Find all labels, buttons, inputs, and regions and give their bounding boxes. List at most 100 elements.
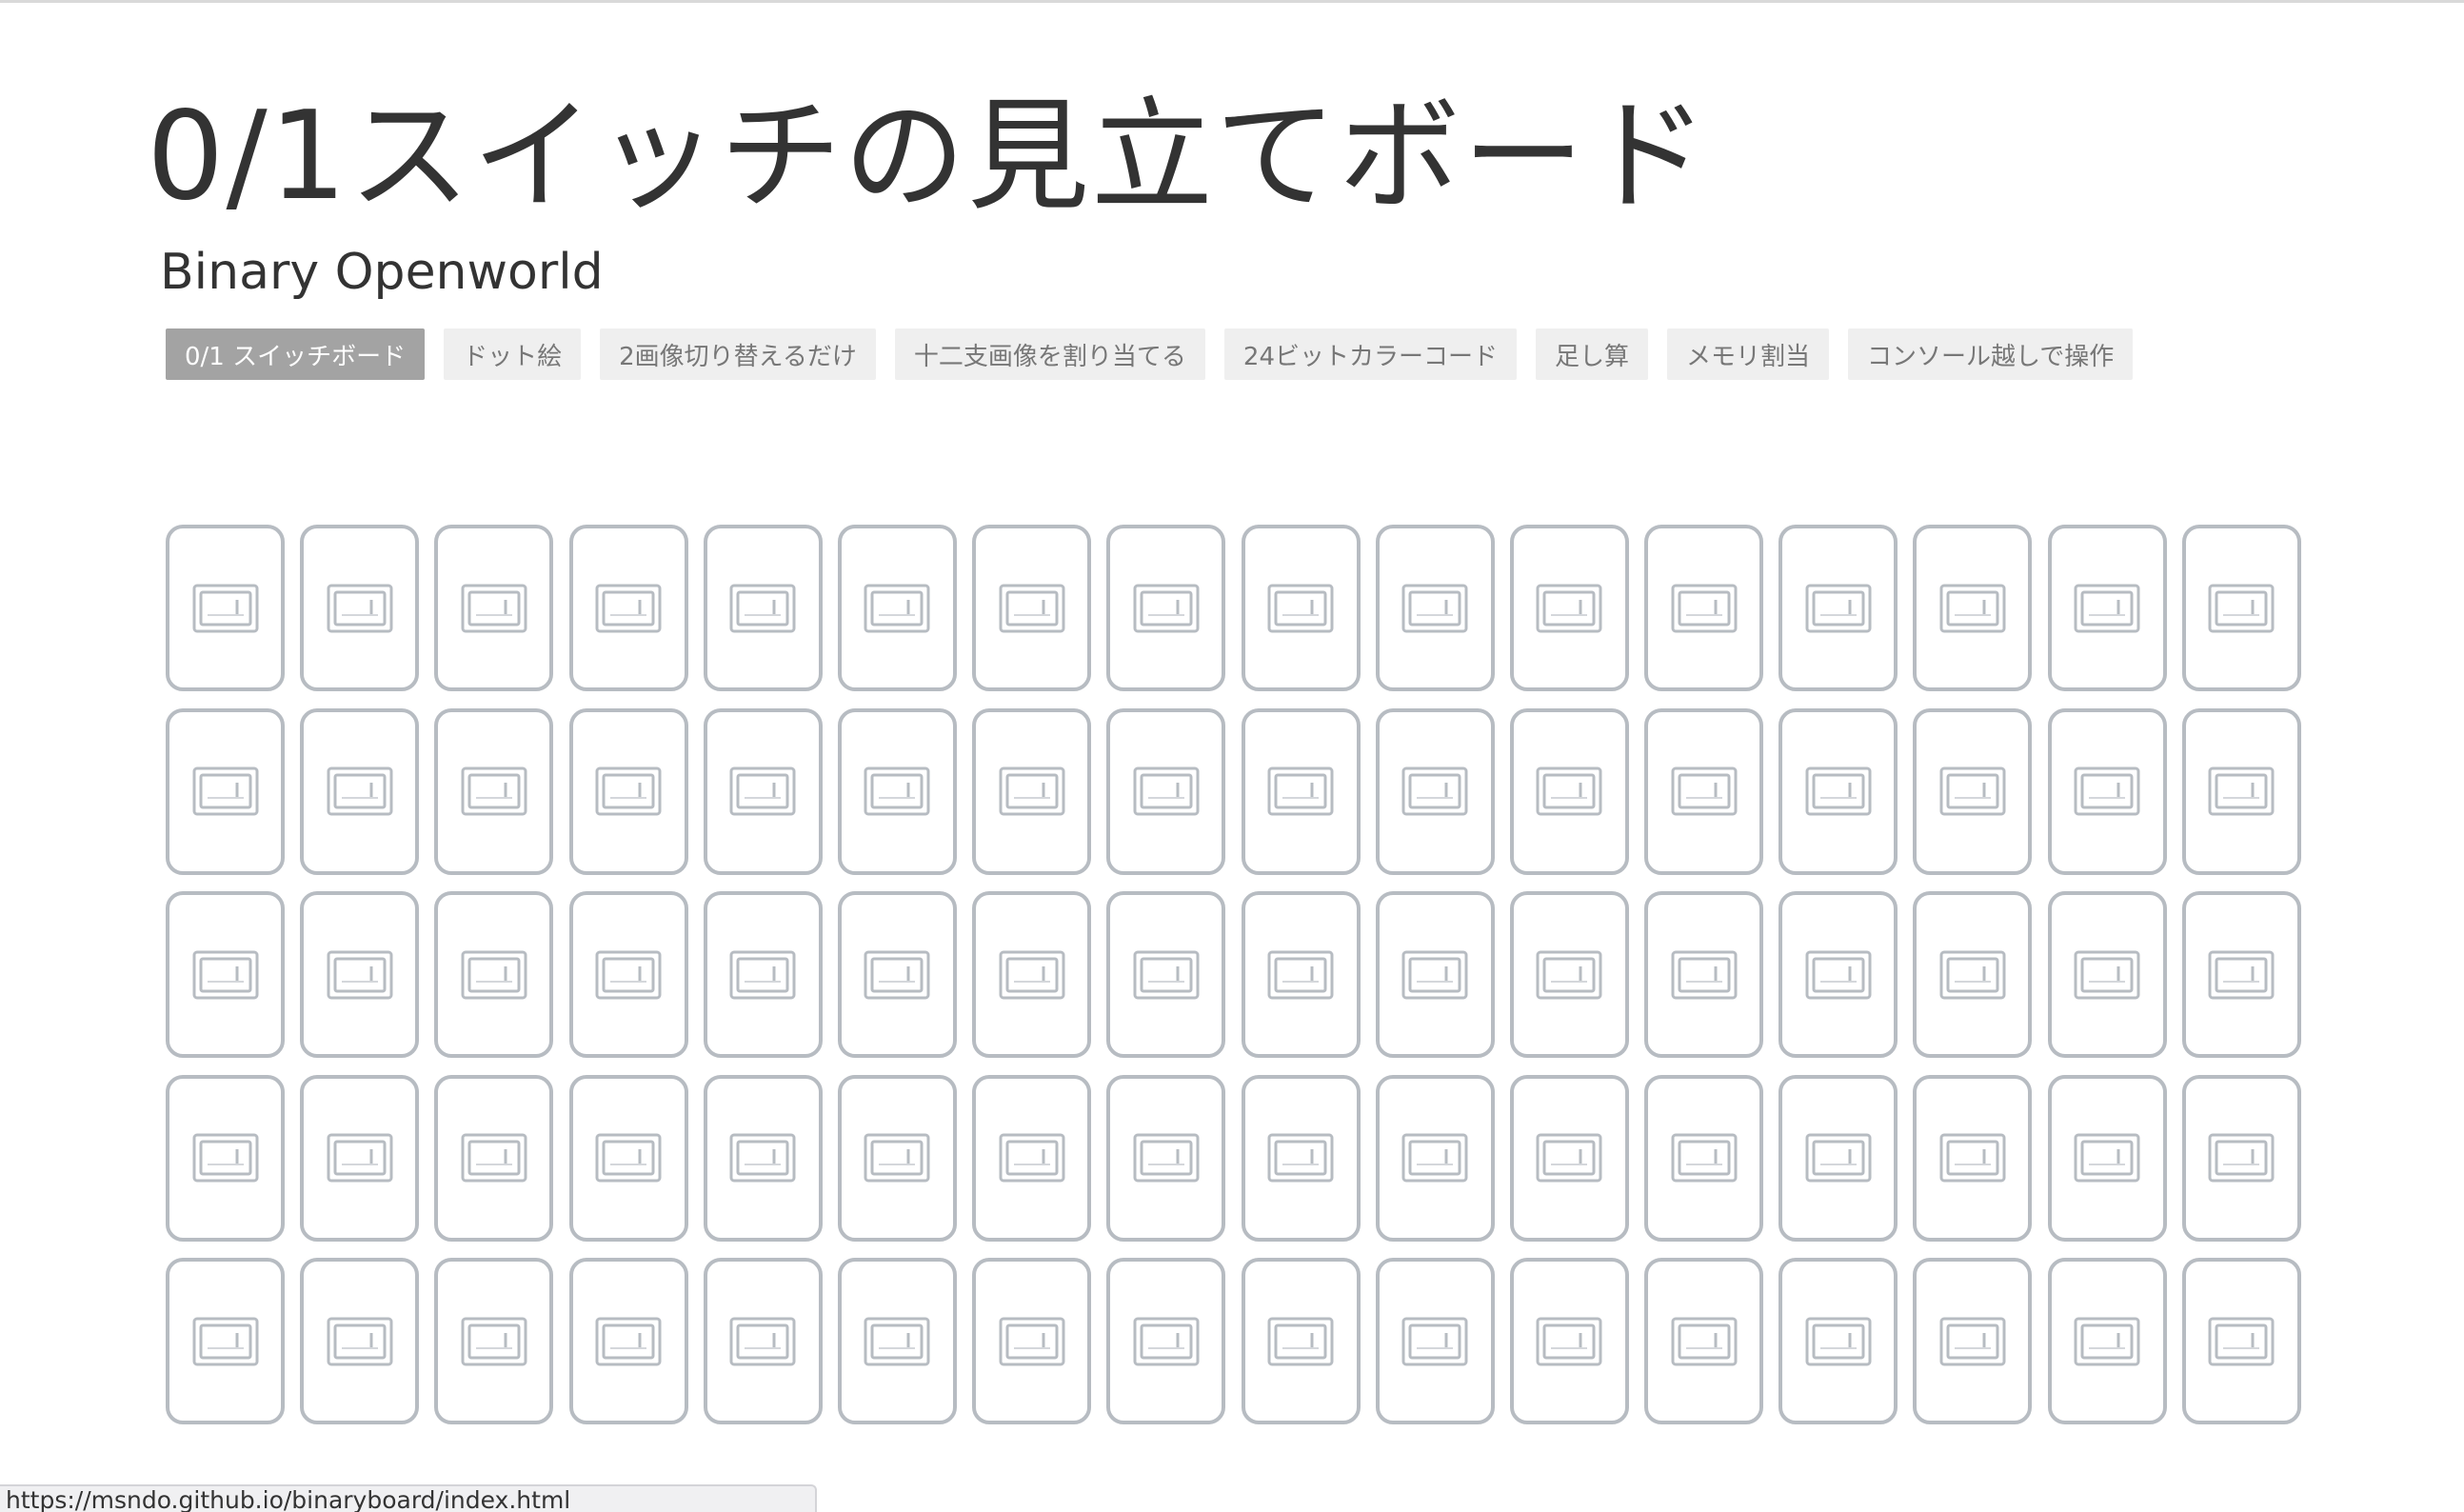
toggle-switch-icon xyxy=(1536,950,1602,1000)
switch-card[interactable] xyxy=(1509,525,1629,691)
tab-addition[interactable]: 足し算 xyxy=(1536,328,1649,380)
tab-console-control[interactable]: コンソール越しで操作 xyxy=(1848,328,2134,380)
switch-card[interactable] xyxy=(1106,1074,1226,1242)
tab-switch-board[interactable]: 0/1 スイッチボード xyxy=(166,328,426,380)
switch-card[interactable] xyxy=(434,707,554,875)
switch-card[interactable] xyxy=(1509,1258,1629,1424)
toggle-switch-icon xyxy=(1939,1317,2006,1366)
toggle-switch-icon xyxy=(1267,1317,1334,1366)
switch-card[interactable] xyxy=(1644,1258,1764,1424)
switch-card[interactable] xyxy=(1375,707,1495,875)
switch-card[interactable] xyxy=(2181,707,2301,875)
tab-24bit-color[interactable]: 24ビットカラーコード xyxy=(1223,328,1517,380)
switch-card[interactable] xyxy=(2181,1258,2301,1424)
switch-card[interactable] xyxy=(972,1074,1092,1242)
switch-card[interactable] xyxy=(1241,707,1361,875)
switch-card[interactable] xyxy=(703,1258,823,1424)
switch-card[interactable] xyxy=(568,891,688,1058)
switch-card[interactable] xyxy=(1241,525,1361,691)
switch-card[interactable] xyxy=(2181,891,2301,1058)
toggle-switch-icon xyxy=(999,950,1065,1000)
switch-card[interactable] xyxy=(1106,891,1226,1058)
switch-card[interactable] xyxy=(1241,1258,1361,1424)
switch-card[interactable] xyxy=(1778,707,1898,875)
status-bar-url: https://msndo.github.io/binaryboard/inde… xyxy=(0,1484,817,1512)
switch-card[interactable] xyxy=(2047,707,2167,875)
switch-card[interactable] xyxy=(166,707,285,875)
switch-card[interactable] xyxy=(1106,525,1226,691)
switch-card[interactable] xyxy=(2047,891,2167,1058)
switch-card[interactable] xyxy=(837,891,957,1058)
switch-card[interactable] xyxy=(1375,891,1495,1058)
tab-two-image-toggle[interactable]: 2画像切り替えるだけ xyxy=(600,328,876,380)
switch-card[interactable] xyxy=(1913,891,2033,1058)
switch-card[interactable] xyxy=(1913,707,2033,875)
switch-card[interactable] xyxy=(1375,525,1495,691)
switch-card[interactable] xyxy=(1913,1258,2033,1424)
switch-card[interactable] xyxy=(166,891,285,1058)
switch-card[interactable] xyxy=(2181,525,2301,691)
switch-card[interactable] xyxy=(166,1074,285,1242)
switch-card[interactable] xyxy=(2181,1074,2301,1242)
switch-card[interactable] xyxy=(300,525,420,691)
switch-card[interactable] xyxy=(703,525,823,691)
switch-card[interactable] xyxy=(1644,891,1764,1058)
switch-card[interactable] xyxy=(166,1258,285,1424)
switch-card[interactable] xyxy=(568,707,688,875)
toggle-switch-icon xyxy=(1133,1317,1200,1366)
switch-card[interactable] xyxy=(837,707,957,875)
switch-card[interactable] xyxy=(1644,707,1764,875)
tab-zodiac-images[interactable]: 十二支画像を割り当てる xyxy=(894,328,1205,380)
switch-card[interactable] xyxy=(1241,891,1361,1058)
tab-memory-allocation[interactable]: メモリ割当 xyxy=(1667,328,1830,380)
switch-card[interactable] xyxy=(1778,1074,1898,1242)
switch-card[interactable] xyxy=(568,1258,688,1424)
switch-card[interactable] xyxy=(1106,707,1226,875)
switch-card[interactable] xyxy=(568,1074,688,1242)
switch-card[interactable] xyxy=(1106,1258,1226,1424)
switch-card[interactable] xyxy=(166,525,285,691)
switch-card[interactable] xyxy=(300,1258,420,1424)
switch-card[interactable] xyxy=(300,1074,420,1242)
switch-card[interactable] xyxy=(703,707,823,875)
switch-card[interactable] xyxy=(1509,891,1629,1058)
switch-card[interactable] xyxy=(837,1258,957,1424)
switch-card[interactable] xyxy=(1778,891,1898,1058)
switch-card[interactable] xyxy=(434,1074,554,1242)
switch-card[interactable] xyxy=(434,525,554,691)
switch-card[interactable] xyxy=(1241,1074,1361,1242)
switch-card[interactable] xyxy=(703,1074,823,1242)
switch-card[interactable] xyxy=(972,525,1092,691)
switch-card[interactable] xyxy=(2047,1258,2167,1424)
toggle-switch-icon xyxy=(1267,950,1334,1000)
switch-card[interactable] xyxy=(1375,1074,1495,1242)
toggle-switch-icon xyxy=(1401,766,1468,816)
switch-card[interactable] xyxy=(568,525,688,691)
toggle-switch-icon xyxy=(1267,766,1334,816)
switch-card[interactable] xyxy=(434,1258,554,1424)
switch-card[interactable] xyxy=(703,891,823,1058)
switch-card[interactable] xyxy=(1509,1074,1629,1242)
switch-card[interactable] xyxy=(1509,707,1629,875)
switch-card[interactable] xyxy=(972,1258,1092,1424)
switch-card[interactable] xyxy=(1778,525,1898,691)
switch-card[interactable] xyxy=(837,1074,957,1242)
switch-card[interactable] xyxy=(1913,525,2033,691)
switch-card[interactable] xyxy=(434,891,554,1058)
switch-card[interactable] xyxy=(1375,1258,1495,1424)
switch-card[interactable] xyxy=(1778,1258,1898,1424)
switch-card[interactable] xyxy=(300,891,420,1058)
switch-card[interactable] xyxy=(972,707,1092,875)
toggle-switch-icon xyxy=(729,950,796,1000)
switch-card[interactable] xyxy=(1913,1074,2033,1242)
switch-card[interactable] xyxy=(837,525,957,691)
switch-card[interactable] xyxy=(1644,525,1764,691)
toggle-switch-icon xyxy=(999,1133,1065,1183)
toggle-switch-icon xyxy=(1133,1133,1200,1183)
switch-card[interactable] xyxy=(1644,1074,1764,1242)
switch-card[interactable] xyxy=(2047,1074,2167,1242)
switch-card[interactable] xyxy=(2047,525,2167,691)
switch-card[interactable] xyxy=(300,707,420,875)
switch-card[interactable] xyxy=(972,891,1092,1058)
tab-dot-art[interactable]: ドット絵 xyxy=(444,328,582,380)
